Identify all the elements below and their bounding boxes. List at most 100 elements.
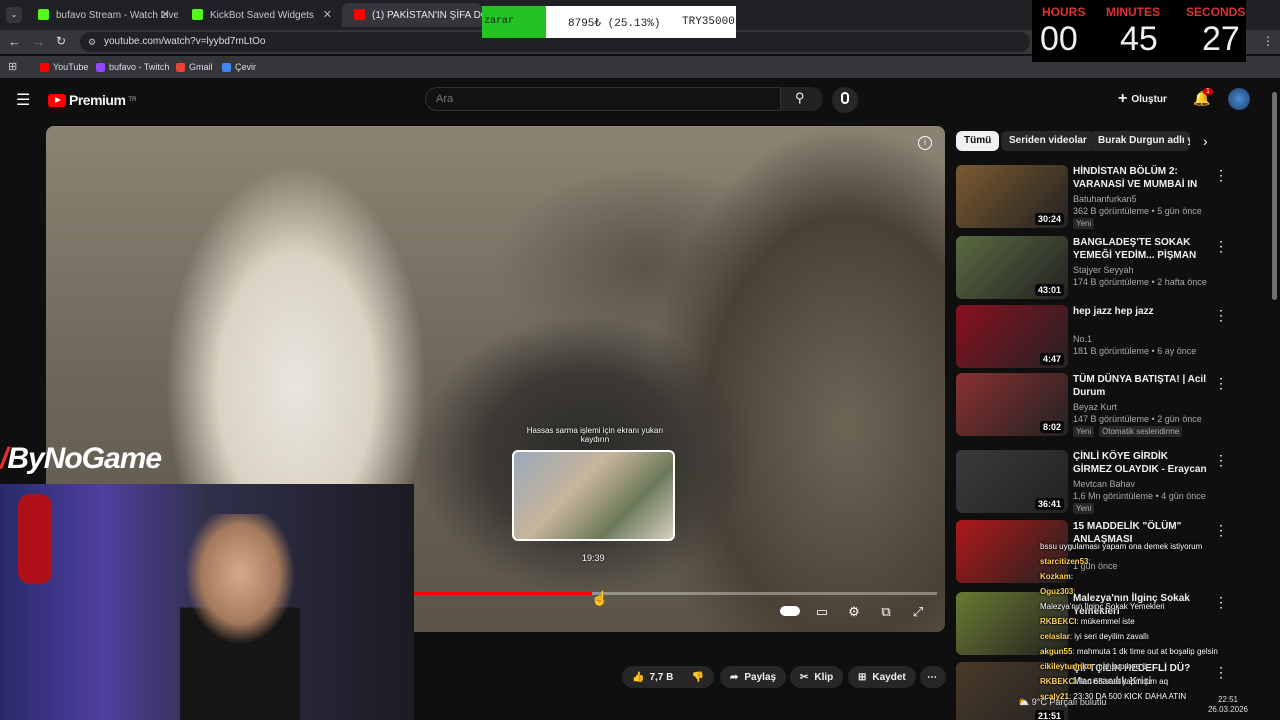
apps-grid-icon[interactable]: ⊞ xyxy=(8,60,17,73)
recommended-video[interactable]: 43:01 BANGLADEŞ'TE SOKAK YEMEĞİ YEDİM... … xyxy=(956,236,1256,300)
loss-label-box: zarar xyxy=(482,6,546,38)
video-title[interactable]: ÇİNLİ KÖYE GİRDİK GİRMEZ OLAYDIK - Erayc… xyxy=(1073,450,1208,476)
like-button[interactable]: 👍 7,7 B xyxy=(632,672,673,683)
more-vert-icon[interactable]: ⋮ xyxy=(1214,522,1228,539)
site-info-icon[interactable]: ⚙ xyxy=(88,32,96,52)
gear-icon: ⚙ xyxy=(848,604,860,619)
forward-icon[interactable]: → xyxy=(32,34,45,49)
close-tab-icon[interactable]: ✕ xyxy=(323,8,332,21)
tab-youtube[interactable]: (1) PAKİSTAN'IN ŞİFA DOLU SO xyxy=(342,3,482,27)
channel-name[interactable]: Mevtcan Bahav xyxy=(1073,479,1135,489)
miniplayer-button[interactable]: ⧉ xyxy=(876,604,896,622)
more-actions-button[interactable]: ⋯ xyxy=(920,666,946,688)
video-duration: 36:41 xyxy=(1034,498,1064,510)
loss-tracker-widget: zarar 8795₺ (25.13%) TRY35000 xyxy=(482,6,736,38)
video-title[interactable]: TÜM DÜNYA BATIŞTA! | Acil Durum xyxy=(1073,373,1208,399)
clip-button[interactable]: ✂ Klip xyxy=(790,666,844,688)
info-icon[interactable]: i xyxy=(918,136,932,150)
chat-message: starcitizen53: xyxy=(1040,557,1091,566)
close-tab-icon[interactable]: ✕ xyxy=(161,8,170,21)
settings-button[interactable]: ⚙ xyxy=(844,604,864,622)
save-label: Kaydet xyxy=(872,671,906,683)
weather-widget[interactable]: ⛅ 9°C Parçalı bulutlu xyxy=(1018,697,1138,715)
voice-search-button[interactable] xyxy=(832,87,858,113)
video-title[interactable]: HİNDİSTAN BÖLÜM 2: VARANASİ VE MUMBAİ IN xyxy=(1073,165,1208,191)
video-title[interactable]: hep jazz hep jazz xyxy=(1073,305,1208,318)
youtube-icon xyxy=(40,62,49,72)
video-title[interactable]: BANGLADEŞ'TE SOKAK YEMEĞİ YEDİM... PİŞMA… xyxy=(1073,236,1208,262)
loss-target: TRY35000 xyxy=(682,16,735,28)
chat-username: RKBEKCI xyxy=(1040,617,1077,626)
channel-name[interactable]: No.1 xyxy=(1073,334,1092,344)
scrollbar[interactable] xyxy=(1272,92,1277,300)
channel-name[interactable]: Stajyer Seyyah xyxy=(1073,265,1134,275)
bookmark-gmail[interactable]: Gmail xyxy=(176,62,213,72)
chat-message: Oguz303: xyxy=(1040,587,1076,596)
fullscreen-button[interactable]: ⤢ xyxy=(908,604,928,622)
subtitles-button[interactable]: ▭ xyxy=(812,604,832,622)
share-label: Paylaş xyxy=(744,671,777,683)
more-vert-icon[interactable]: ⋮ xyxy=(1214,167,1228,184)
avatar[interactable] xyxy=(1228,88,1250,110)
bookmark-twitch[interactable]: bufavo - Twitch xyxy=(96,62,169,72)
menu-dots-icon[interactable]: ⋮ xyxy=(1262,34,1274,48)
chip-channel[interactable]: Burak Durgun adlı yü xyxy=(1090,131,1190,151)
chip-label: Burak Durgun adlı yü xyxy=(1098,135,1190,146)
fullscreen-icon: ⤢ xyxy=(912,604,924,619)
more-vert-icon[interactable]: ⋮ xyxy=(1214,307,1228,324)
tab-kickbot[interactable]: KickBot Saved Widgets ✕ xyxy=(180,3,340,27)
recommended-video[interactable]: 30:24 HİNDİSTAN BÖLÜM 2: VARANASİ VE MUMB… xyxy=(956,165,1256,229)
youtube-favicon-icon xyxy=(354,9,365,20)
loss-label: zarar xyxy=(484,16,515,27)
hours-label: HOURS xyxy=(1042,5,1086,19)
url-text: youtube.com/watch?v=lyybd7mLtOo xyxy=(104,36,266,47)
reload-icon[interactable]: ↻ xyxy=(56,34,66,48)
chat-text: : mükemmel iste xyxy=(1076,617,1135,626)
create-button[interactable]: + Oluştur xyxy=(1118,90,1167,108)
bookmark-label: Gmail xyxy=(189,62,213,72)
tab-bufavo[interactable]: bufavo Stream - Watch Live on ✕ xyxy=(26,3,178,27)
back-icon[interactable]: ← xyxy=(8,34,21,49)
chat-message: celaslar: iyi seri deyilim zavallı xyxy=(1040,632,1149,641)
tab-search-button[interactable]: ⌄ xyxy=(6,7,22,23)
video-thumbnail[interactable]: 30:24 xyxy=(956,165,1068,228)
video-thumbnail[interactable]: 36:41 xyxy=(956,450,1068,513)
search-button[interactable]: ⚲ xyxy=(781,87,823,111)
video-thumbnail[interactable]: 4:47 xyxy=(956,305,1068,368)
more-vert-icon[interactable]: ⋮ xyxy=(1214,452,1228,469)
hamburger-menu-icon[interactable]: ☰ xyxy=(16,90,30,110)
dislike-button[interactable]: 👎 xyxy=(692,672,704,683)
chip-label: Tümü xyxy=(964,135,992,146)
new-badge: Yeni xyxy=(1073,218,1095,229)
system-clock[interactable]: 22:51 26.03.2026 xyxy=(1198,695,1258,717)
bookmark-youtube[interactable]: YouTube xyxy=(40,62,88,72)
channel-name[interactable]: Batuhanfurkan5 xyxy=(1073,194,1137,204)
chip-all[interactable]: Tümü xyxy=(956,131,1000,151)
bookmark-translate[interactable]: Çevir xyxy=(222,62,256,72)
chevron-right-icon[interactable]: › xyxy=(1203,133,1208,149)
chip-series[interactable]: Seriden videolar xyxy=(1001,131,1095,151)
notifications-button[interactable]: 🔔 1 xyxy=(1193,88,1213,108)
more-vert-icon[interactable]: ⋮ xyxy=(1214,375,1228,392)
like-dislike-group: 👍 7,7 B 👎 xyxy=(622,666,714,688)
streamer-figure xyxy=(180,514,300,720)
autoplay-toggle[interactable] xyxy=(780,604,800,622)
hours-value: 00 xyxy=(1040,20,1078,58)
chat-message: Malezya'nın İlginç Sokak Yemekleri xyxy=(1040,602,1165,611)
channel-name[interactable]: Beyaz Kurt xyxy=(1073,402,1117,412)
recommended-video[interactable]: 8:02 TÜM DÜNYA BATIŞTA! | Acil Durum Beyaz… xyxy=(956,373,1256,437)
chat-message: akgun55: mahmuta 1 dk time out at boşali… xyxy=(1040,647,1218,656)
recommended-video[interactable]: 4:47 hep jazz hep jazz No.1 181 B görüntüle… xyxy=(956,305,1256,369)
video-thumbnail[interactable]: 43:01 xyxy=(956,236,1068,299)
search-input[interactable] xyxy=(425,87,781,111)
recommended-video[interactable]: 36:41 ÇİNLİ KÖYE GİRDİK GİRMEZ OLAYDIK - … xyxy=(956,450,1256,514)
more-vert-icon[interactable]: ⋮ xyxy=(1214,238,1228,255)
save-button[interactable]: ⊞ Kaydet xyxy=(848,666,916,688)
share-button[interactable]: ➦ Paylaş xyxy=(720,666,787,688)
seek-preview-thumbnail xyxy=(512,450,675,541)
video-thumbnail[interactable]: 8:02 xyxy=(956,373,1068,436)
gmail-icon xyxy=(176,62,185,72)
youtube-logo[interactable]: Premium TR xyxy=(48,92,136,108)
chat-message: Kozkam: xyxy=(1040,572,1073,581)
new-badge: Yeni xyxy=(1073,426,1095,437)
